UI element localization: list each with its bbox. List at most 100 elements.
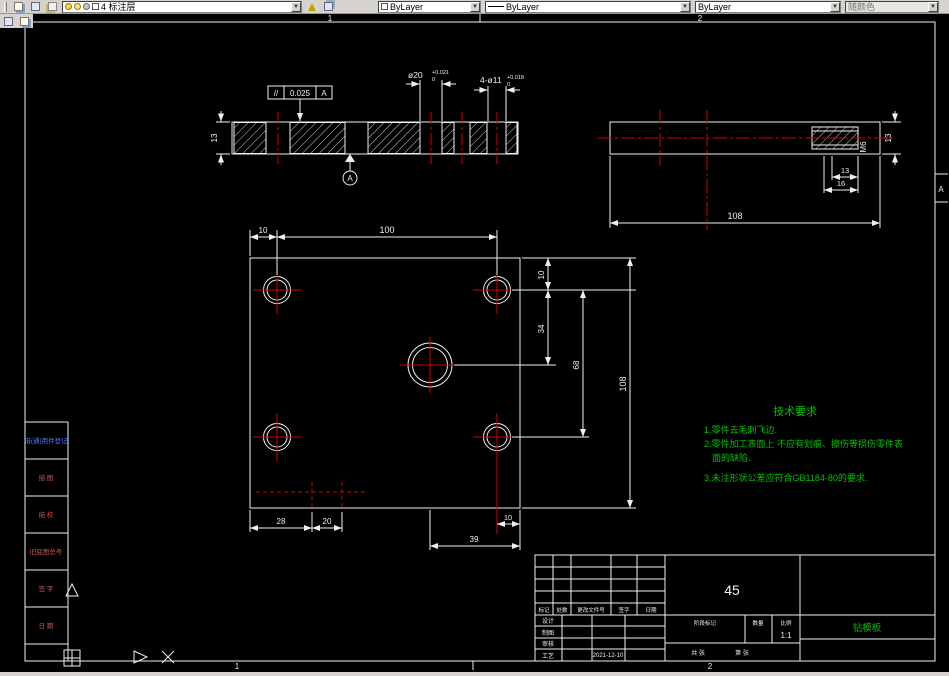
- fcf-symbol: //: [274, 89, 279, 98]
- dim-dia11-sub: 0: [507, 82, 510, 88]
- part-name: 钻模板: [853, 622, 882, 634]
- tech-req-line1: 1.零件去毛刺飞边.: [704, 424, 777, 435]
- yellow-arrow-icon: [307, 2, 316, 11]
- role-process: 工艺: [542, 652, 554, 660]
- rev-header-sign: 签字: [618, 606, 630, 614]
- datum-a-flag: A: [342, 154, 358, 186]
- zone-bottom-2: 2: [708, 662, 713, 671]
- layer-previous-icon[interactable]: [321, 0, 336, 13]
- rev-header-count: 处数: [556, 606, 568, 614]
- plotstyle-dropdown-arrow-icon: ▼: [928, 1, 938, 12]
- register-label-oldno: 旧底图总号: [30, 547, 63, 556]
- layer-dropdown-arrow-icon[interactable]: ▼: [291, 1, 301, 12]
- dim-side-thickness: 13: [884, 133, 893, 142]
- zone-right-a: A: [938, 185, 944, 194]
- layer-on-bulb-icon[interactable]: [65, 3, 72, 10]
- role-design: 设计: [542, 617, 554, 625]
- tech-req-line2: 2.零件加工表面上 不应有划痕、擦伤等损伤零件表: [704, 438, 903, 449]
- current-layer-name: 4 标注层: [101, 2, 136, 12]
- toolbar-grip[interactable]: [4, 1, 7, 12]
- color-dropdown-arrow-icon[interactable]: ▼: [470, 1, 480, 12]
- stack-icon: [20, 16, 29, 26]
- current-lineweight: ByLayer: [698, 1, 732, 12]
- dim-bottom-39: 39: [470, 535, 479, 544]
- dim-bottom-28: 28: [277, 517, 286, 526]
- rev-header-date: 日期: [645, 607, 657, 614]
- ucs-icon: [63, 649, 149, 667]
- dim-vert-span: 68: [572, 360, 581, 369]
- layers-stack-icon: [14, 2, 23, 11]
- title-block-date: 2021-12-10: [593, 653, 624, 659]
- current-linetype-name: ByLayer: [506, 1, 540, 12]
- sheet-icon: [4, 16, 13, 26]
- zone-bottom-1: 1: [235, 662, 240, 671]
- layer-lock-icon[interactable]: [83, 3, 90, 10]
- rev-header-docno: 更改文件号: [577, 606, 605, 614]
- zone-labels: 1 2 1 2 A: [235, 14, 945, 671]
- register-label-sign: 签 字: [39, 584, 54, 593]
- dim-thread-depth: 13: [841, 166, 849, 175]
- sheet-frame: [24, 14, 948, 670]
- dim-bottom-10: 10: [504, 513, 512, 522]
- hidden-lines: [256, 482, 368, 510]
- tech-req-title: 技术要求: [773, 405, 817, 418]
- left-register-column: 借(通)用件登记 描 图 描 校 旧底图总号 签 字 日 期: [24, 421, 79, 661]
- dim-dia11: 4-ø11: [480, 75, 502, 85]
- register-label-reuse: 借(通)用件登记: [24, 436, 68, 445]
- dim-section-thickness: 13: [210, 133, 219, 142]
- hole-centerlines: [253, 266, 521, 534]
- zone-top-2: 2: [698, 14, 703, 23]
- lineweight-combobox[interactable]: ByLayer ▼: [695, 0, 841, 13]
- object-properties-toolbar: 4 标注层 ▼ ByLayer ▼ ByLayer ▼ ByLayer ▼ 随颜…: [0, 0, 949, 14]
- plan-view: 10 100 10 34 68 108 28 20 10 39: [249, 225, 636, 550]
- linetype-combobox[interactable]: ByLayer ▼: [485, 0, 691, 13]
- layers-icon[interactable]: [28, 0, 43, 13]
- register-label-check: 描 校: [39, 510, 54, 519]
- dim-hole-span: 100: [379, 225, 394, 235]
- register-label-date: 日 期: [39, 622, 54, 630]
- zone-top-1: 1: [328, 14, 333, 23]
- side-view: 13 M6 13 16 108: [598, 110, 901, 230]
- color-combobox[interactable]: ByLayer ▼: [378, 0, 481, 13]
- dim-dia20-sub: 0: [432, 77, 435, 83]
- layer-properties-manager-icon[interactable]: [11, 0, 26, 13]
- undo-layer-icon: [324, 2, 333, 11]
- current-plotstyle: 随颜色: [848, 2, 876, 12]
- dim-dia20: ø20: [408, 70, 423, 80]
- make-object-layer-current-icon[interactable]: [304, 0, 319, 13]
- dock-icon-2[interactable]: [17, 15, 32, 27]
- tech-req-line3: 面的缺陷.: [712, 452, 751, 463]
- title-block: 标记 处数 更改文件号 签字 日期 设计 制图 审核 工艺 阶段标记 数量 比例…: [534, 554, 936, 662]
- layer-color-swatch: [92, 3, 99, 10]
- plate-holes: [263, 276, 511, 451]
- section-view: 13 // 0.025 A ø20 +0.021 0 4-ø11 +0.018 …: [210, 70, 524, 186]
- dim-side-width: 108: [727, 211, 742, 221]
- dim-dia11-sup: +0.018: [507, 75, 524, 81]
- drawing-svg[interactable]: 1 2 1 2 A 借(通)用件登记 描 图 描 校 旧底图总号 签 字 日 期…: [0, 14, 949, 672]
- dim-bore-depth: 16: [837, 179, 845, 188]
- linetype-preview: [488, 6, 504, 7]
- dim-top-offset: 10: [259, 226, 268, 235]
- rev-header-mark: 标记: [538, 606, 550, 614]
- register-label-trace: 描 图: [39, 473, 54, 482]
- thread-callout-m6: M6: [859, 141, 868, 153]
- layer-sheet-icon: [31, 2, 40, 11]
- stage-label: 阶段标记: [694, 619, 717, 627]
- layer-combobox[interactable]: 4 标注层 ▼: [62, 0, 302, 13]
- sheet-total: 共 张: [691, 649, 705, 657]
- current-color-name: ByLayer: [390, 1, 424, 12]
- fcf-tolerance: 0.025: [290, 89, 311, 98]
- linetype-dropdown-arrow-icon[interactable]: ▼: [680, 1, 690, 12]
- dock-icon-1[interactable]: [1, 15, 16, 27]
- scale-value: 1:1: [780, 631, 792, 640]
- role-draw: 制图: [542, 629, 554, 637]
- dim-dia20-sup: +0.021: [432, 70, 449, 76]
- role-check: 审核: [542, 640, 554, 648]
- layer-freeze-sun-icon[interactable]: [74, 3, 81, 10]
- qty-label: 数量: [752, 619, 764, 627]
- drawing-canvas[interactable]: 1 2 1 2 A 借(通)用件登记 描 图 描 校 旧底图总号 签 字 日 期…: [0, 14, 949, 672]
- scale-label: 比例: [780, 619, 792, 627]
- technical-requirements: 技术要求 1.零件去毛刺飞边. 2.零件加工表面上 不应有划痕、擦伤等损伤零件表…: [704, 405, 903, 483]
- lineweight-dropdown-arrow-icon[interactable]: ▼: [830, 1, 840, 12]
- layer-states-icon[interactable]: [45, 0, 60, 13]
